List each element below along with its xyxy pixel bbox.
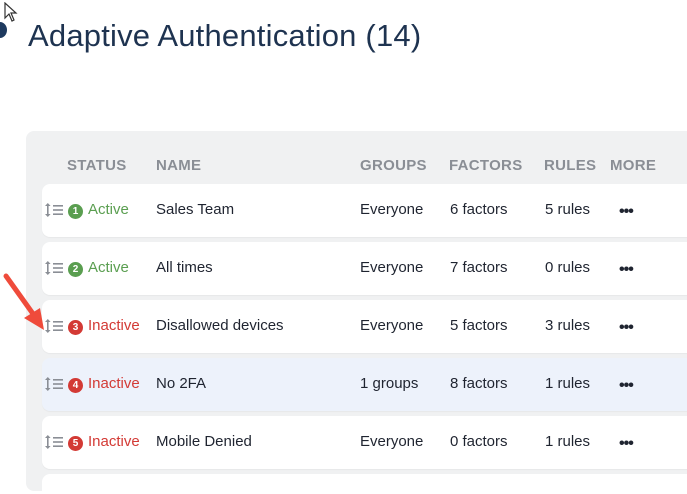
header-groups[interactable]: GROUPS [360,157,427,174]
policy-name[interactable]: Sales Team [156,201,234,218]
policy-rules: 1 rules [545,375,591,392]
priority-badge: 5 [68,436,83,451]
header-factors[interactable]: FACTORS [449,157,523,174]
header-name[interactable]: NAME [156,157,201,174]
table-row[interactable]: 2 Active All times Everyone 7 factors 0 … [42,242,687,295]
policies-table: STATUS NAME GROUPS FACTORS RULES MORE 1 … [26,131,687,494]
policy-rules: 3 rules [545,317,591,334]
drag-handle-icon[interactable] [45,435,63,449]
policy-factors: 0 factors [450,433,508,450]
drag-handle-icon[interactable] [45,377,63,391]
priority-badge: 2 [68,262,83,277]
policy-groups: Everyone [360,201,424,218]
table-row[interactable]: 1 Active Sales Team Everyone 6 factors 5… [42,184,687,237]
policy-factors: 8 factors [450,375,508,392]
policy-groups: Everyone [360,317,424,334]
policy-name[interactable]: Disallowed devices [156,317,284,334]
more-menu-button[interactable]: ••• [619,377,634,395]
table-row[interactable]: 3 Inactive Disallowed devices Everyone 5… [42,300,687,353]
more-menu-button[interactable]: ••• [619,261,634,279]
priority-badge: 1 [68,204,83,219]
policy-name[interactable]: All times [156,259,213,276]
priority-badge: 4 [68,378,83,393]
policy-factors: 6 factors [450,201,508,218]
policy-rules: 1 rules [545,433,591,450]
priority-badge: 3 [68,320,83,335]
mouse-cursor-icon [4,2,18,22]
status-label: Active [88,201,129,218]
table-header: STATUS NAME GROUPS FACTORS RULES MORE [26,131,687,183]
policy-factors: 7 factors [450,259,508,276]
nav-toggle[interactable] [0,22,7,38]
policy-factors: 5 factors [450,317,508,334]
policy-groups: 1 groups [360,375,419,392]
policy-groups: Everyone [360,433,424,450]
table-row[interactable]: 4 Inactive No 2FA 1 groups 8 factors 1 r… [42,358,687,411]
more-menu-button[interactable]: ••• [619,203,634,221]
header-more: MORE [610,157,657,174]
status-label: Active [88,259,129,276]
table-row[interactable]: 5 Inactive Mobile Denied Everyone 0 fact… [42,416,687,469]
page-title: Adaptive Authentication (14) [28,18,422,53]
more-menu-button[interactable]: ••• [619,319,634,337]
policy-rules: 5 rules [545,201,591,218]
policy-groups: Everyone [360,259,424,276]
drag-handle-icon[interactable] [45,203,63,217]
more-menu-button[interactable]: ••• [619,435,634,453]
status-label: Inactive [88,375,140,392]
header-status[interactable]: STATUS [67,157,127,174]
table-row-partial[interactable] [42,474,687,494]
status-label: Inactive [88,433,140,450]
status-label: Inactive [88,317,140,334]
annotation-arrow-icon [3,273,44,330]
policy-name[interactable]: Mobile Denied [156,433,252,450]
policy-rules: 0 rules [545,259,591,276]
policy-name[interactable]: No 2FA [156,375,206,392]
header-rules[interactable]: RULES [544,157,596,174]
